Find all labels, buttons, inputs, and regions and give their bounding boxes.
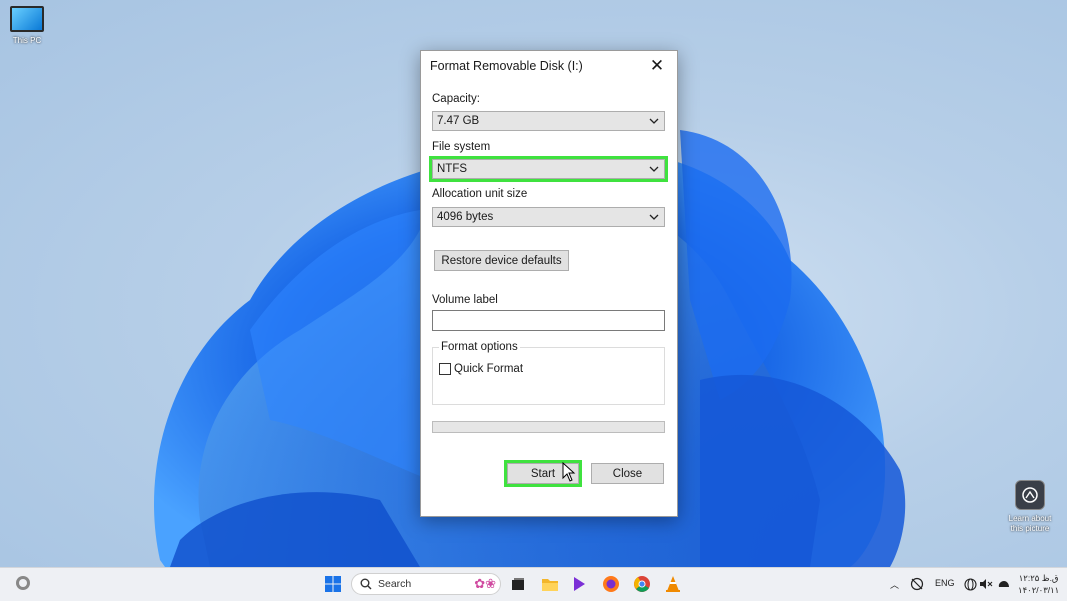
learn-about-label: Learn about this picture [1008,514,1052,533]
flowers-icon: ✿❀ [474,576,496,591]
quick-format-checkbox[interactable] [439,363,451,375]
restore-defaults-button[interactable]: Restore device defaults [434,250,569,271]
filesystem-label: File system [432,141,491,153]
vlc-icon[interactable] [663,574,683,594]
format-options-title: Format options [439,341,520,353]
network-off-icon[interactable] [907,574,927,594]
dialog-title: Format Removable Disk (I:) [430,59,583,73]
capacity-select[interactable]: 7.47 GB [432,111,665,131]
format-options-group [432,347,665,405]
firefox-icon[interactable] [601,574,621,594]
learn-about-picture[interactable]: Learn about this picture [1004,480,1056,534]
format-progress-bar [432,421,665,433]
task-view-icon[interactable] [508,574,528,594]
camera-icon [1015,480,1045,510]
language-indicator[interactable]: ENG [935,578,955,588]
capacity-label: Capacity: [432,93,480,105]
format-dialog: Format Removable Disk (I:) ✕ Capacity: 7… [420,50,678,517]
chevron-down-icon [649,166,659,172]
search-placeholder: Search [378,578,412,590]
allocation-value: 4096 bytes [437,211,494,223]
clock-date: ۱۴۰۲/۰۳/۱۱ [1018,585,1060,595]
speaker-muted-icon[interactable] [976,574,996,594]
capacity-value: 7.47 GB [437,115,480,127]
filesystem-value: NTFS [437,163,468,175]
monitor-icon [10,6,44,32]
chevron-down-icon [649,214,659,220]
quick-format-option[interactable]: Quick Format [439,363,523,375]
filesystem-select[interactable]: NTFS [429,156,668,182]
desktop-icon-this-pc[interactable]: This PC [8,6,46,45]
media-player-icon[interactable] [569,574,589,594]
allocation-select[interactable]: 4096 bytes [432,207,665,227]
chrome-icon[interactable] [632,574,652,594]
taskbar-search[interactable]: Search ✿❀ [351,573,501,595]
volume-label-input[interactable] [432,310,665,331]
clock-time: ۱۲:۲۵ ق.ظ [1018,573,1059,583]
desktop-icon-label: This PC [12,36,42,45]
close-icon[interactable]: ✕ [647,56,667,76]
file-explorer-icon[interactable] [540,574,560,594]
allocation-label: Allocation unit size [432,188,528,200]
widgets-icon[interactable] [14,574,32,592]
close-button[interactable]: Close [591,463,664,484]
windows-start-icon[interactable] [323,574,343,594]
chevron-down-icon [649,118,659,124]
battery-icon[interactable] [994,574,1014,594]
volume-label-caption: Volume label [432,294,498,306]
search-icon [360,578,372,590]
quick-format-label: Quick Format [454,363,524,375]
title-bar[interactable]: Format Removable Disk (I:) ✕ [421,51,677,81]
mouse-pointer-icon [562,462,576,482]
taskbar: Search ✿❀ ︿ ENG ۱۲:۲۵ ق.ظ ۱۴۰۲/۰۳/۱۱ [0,567,1067,601]
system-clock[interactable]: ۱۲:۲۵ ق.ظ ۱۴۰۲/۰۳/۱۱ [1018,572,1059,596]
chevron-up-icon[interactable]: ︿ [890,578,899,591]
